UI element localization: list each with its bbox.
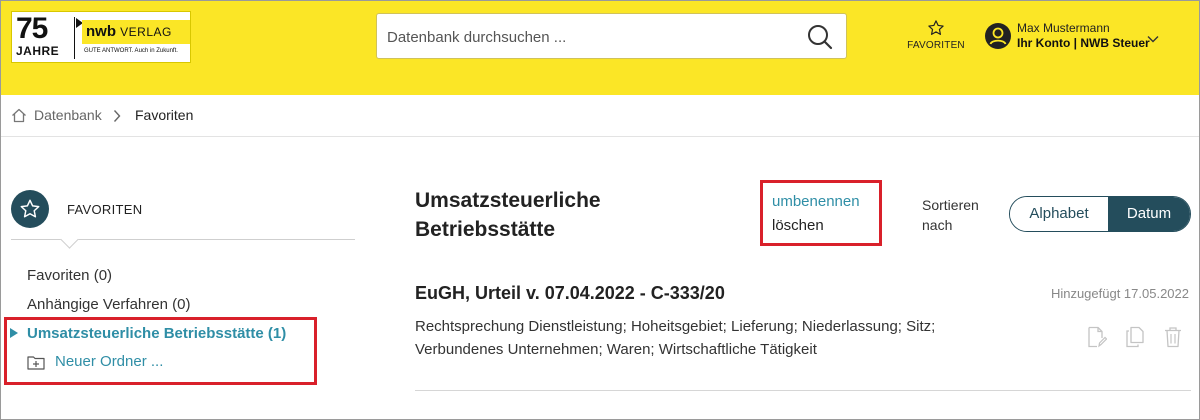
nwb-logo[interactable]: 75 JAHRE nwb VERLAG GUTE ANTWORT. Auch i…: [11, 11, 191, 63]
favorites-header-button[interactable]: FAVORITEN: [905, 19, 967, 53]
search-icon: [808, 25, 833, 50]
account-name: Max Mustermann: [1017, 21, 1110, 35]
account-line: Ihr Konto | NWB Steuer: [1017, 36, 1150, 50]
logo-years-label: JAHRE: [16, 44, 60, 58]
star-icon: [928, 20, 944, 35]
trash-icon[interactable]: [1163, 326, 1183, 348]
highlight-box-sidebar: [4, 317, 317, 385]
logo-brand: nwb VERLAG: [82, 20, 190, 44]
avatar: [985, 23, 1011, 49]
sidebar-title: FAVORITEN: [67, 202, 143, 217]
copy-icon[interactable]: [1125, 326, 1145, 348]
result-description: Rechtsprechung Dienstleistung; Hoheitsge…: [415, 318, 936, 358]
document-edit-icon[interactable]: [1087, 326, 1107, 348]
highlight-box-actions: [760, 180, 882, 246]
home-icon[interactable]: [11, 108, 27, 123]
sort-toggle: Alphabet Datum: [1009, 196, 1191, 232]
sidebar-divider-notch: [60, 230, 79, 249]
search-button[interactable]: [806, 23, 834, 51]
favorites-header-label: FAVORITEN: [907, 40, 965, 51]
logo-brand-rest: VERLAG: [120, 25, 172, 39]
sidebar-item-favoriten[interactable]: Favoriten (0): [27, 267, 112, 284]
folder-title: Umsatzsteuerliche Betriebsstätte: [415, 189, 601, 241]
logo-claim: GUTE ANTWORT. Auch in Zukunft.: [84, 48, 178, 54]
result-title[interactable]: EuGH, Urteil v. 07.04.2022 - C-333/20: [415, 283, 725, 304]
result-actions: [1087, 326, 1187, 348]
chevron-down-icon: [1147, 36, 1159, 43]
breadcrumb: Datenbank Favoriten: [1, 95, 1199, 137]
sidebar-item-anhaengige-verfahren[interactable]: Anhängige Verfahren (0): [27, 296, 190, 313]
chevron-right-icon: [113, 110, 121, 122]
logo-brand-bold: nwb: [86, 23, 116, 40]
result-added-date: Hinzugefügt 17.05.2022: [1050, 286, 1189, 301]
breadcrumb-favoriten: Favoriten: [135, 107, 194, 123]
result-divider: [415, 390, 1191, 391]
logo-anniversary-number: 75: [16, 12, 48, 45]
sort-option-alphabet[interactable]: Alphabet: [1010, 197, 1108, 231]
sort-label: Sortieren nach: [922, 197, 979, 233]
user-icon: [989, 27, 1007, 45]
search-box: [376, 13, 847, 59]
breadcrumb-datenbank[interactable]: Datenbank: [34, 107, 102, 123]
search-input[interactable]: [387, 25, 787, 49]
top-header: 75 JAHRE nwb VERLAG GUTE ANTWORT. Auch i…: [1, 1, 1199, 95]
logo-separator: [74, 17, 75, 59]
star-icon: [20, 199, 40, 218]
sidebar-favorites-badge: [11, 190, 49, 228]
sort-option-datum[interactable]: Datum: [1108, 197, 1190, 231]
